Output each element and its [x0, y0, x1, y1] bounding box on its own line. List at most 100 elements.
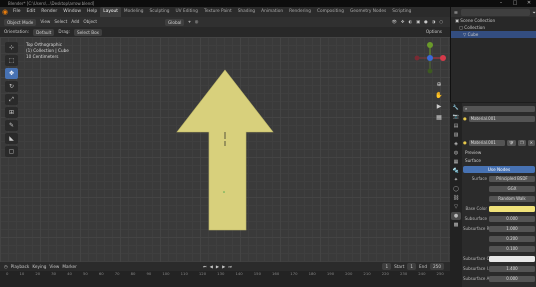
orientation-default[interactable]: Default [33, 28, 55, 36]
gizmo-icon[interactable]: ✥ [401, 17, 405, 27]
close-icon[interactable]: ✕ [522, 0, 536, 7]
subsurface-ior-field[interactable]: 1.400 [489, 266, 535, 272]
subsurface-aniso-field[interactable]: 0.000 [489, 276, 535, 282]
tab-compositing[interactable]: Compositing [314, 7, 347, 17]
particles-tab-icon[interactable]: ✦ [451, 176, 461, 184]
mode-dropdown[interactable]: Object Mode [4, 18, 37, 26]
outliner-scene-collection[interactable]: ▣ Scene Collection [451, 17, 536, 24]
menu-select[interactable]: Select [54, 17, 67, 27]
blender-logo-icon[interactable]: ◉ [0, 7, 10, 17]
end-frame[interactable]: 250 [430, 263, 444, 270]
camera-icon[interactable]: ▶ [434, 102, 444, 112]
menu-file[interactable]: File [10, 7, 24, 17]
unlink-icon[interactable]: ✕ [527, 140, 535, 146]
material-name-field[interactable]: Material.001 [468, 140, 505, 146]
properties-search[interactable]: ⌕ [463, 106, 535, 112]
navigation-gizmo[interactable] [412, 40, 448, 76]
subsurface-field[interactable]: 0.000 [489, 216, 535, 222]
tab-sculpting[interactable]: Sculpting [146, 7, 172, 17]
cursor-icon[interactable]: ⊹ [5, 42, 18, 53]
world-tab-icon[interactable]: ◍ [451, 149, 461, 157]
3d-viewport[interactable] [0, 37, 450, 262]
minimize-icon[interactable]: – [494, 0, 508, 7]
jump-start-icon[interactable]: ⏮ [203, 264, 207, 269]
subsurface-color-swatch[interactable] [489, 256, 535, 262]
fake-user-icon[interactable]: 🛡 [506, 140, 517, 146]
material-tab-icon[interactable]: ● [451, 212, 461, 220]
view-layer-tab-icon[interactable]: ▨ [451, 131, 461, 139]
tab-layout[interactable]: Layout [100, 7, 121, 17]
duplicate-icon[interactable]: ❐ [518, 140, 526, 146]
tab-animation[interactable]: Animation [258, 7, 286, 17]
outliner-cube[interactable]: ▽ Cube [451, 31, 536, 38]
transform-icon[interactable]: ⊞ [5, 107, 18, 118]
menu-edit[interactable]: Edit [24, 7, 39, 17]
surface-section[interactable]: Surface [463, 157, 535, 165]
preview-section[interactable]: Preview [463, 149, 535, 157]
render-tab-icon[interactable]: 📷 [451, 113, 461, 121]
tab-uv-editing[interactable]: UV Editing [173, 7, 201, 17]
menu-render[interactable]: Render [38, 7, 60, 17]
annotate-icon[interactable]: ✎ [5, 120, 18, 131]
xray-icon[interactable]: ▣ [416, 17, 420, 27]
maximize-icon[interactable]: □ [508, 0, 522, 7]
menu-keying[interactable]: Keying [32, 264, 46, 269]
zoom-icon[interactable]: ⊕ [434, 80, 444, 90]
proportional-icon[interactable]: ◎ [195, 17, 199, 27]
menu-view-timeline[interactable]: View [49, 264, 59, 269]
menu-help[interactable]: Help [84, 7, 100, 17]
timeline-editor-icon[interactable]: ◷ [4, 264, 8, 269]
subsurface-radius-z[interactable]: 0.100 [489, 246, 535, 252]
base-color-swatch[interactable] [489, 206, 535, 212]
texture-tab-icon[interactable]: ▩ [451, 221, 461, 229]
menu-object[interactable]: Object [83, 17, 97, 27]
tab-shading[interactable]: Shading [235, 7, 258, 17]
tab-scripting[interactable]: Scripting [389, 7, 414, 17]
use-nodes-button[interactable]: Use Nodes [463, 165, 535, 173]
physics-tab-icon[interactable]: ◯ [451, 185, 461, 193]
outliner-collection[interactable]: ▢ Collection [451, 24, 536, 31]
pan-hand-icon[interactable]: ✋ [434, 91, 444, 101]
output-tab-icon[interactable]: ▤ [451, 122, 461, 130]
overlay-icon[interactable]: ◐ [408, 17, 412, 27]
menu-window[interactable]: Window [60, 7, 84, 17]
modifier-tab-icon[interactable]: 🔩 [451, 167, 461, 175]
snap-icon[interactable]: ⌖ [188, 17, 190, 27]
drag-select-box[interactable]: Select Box [73, 28, 103, 36]
jump-end-icon[interactable]: ⏭ [228, 264, 232, 269]
subsurface-method-dropdown[interactable]: Random Walk [489, 196, 535, 202]
subsurface-radius-y[interactable]: 0.200 [489, 236, 535, 242]
grid-icon[interactable]: ▦ [434, 113, 444, 123]
constraints-tab-icon[interactable]: ⛓ [451, 194, 461, 202]
tab-rendering[interactable]: Rendering [286, 7, 314, 17]
menu-add[interactable]: Add [71, 17, 79, 27]
tab-geometry-nodes[interactable]: Geometry Nodes [347, 7, 389, 17]
shading-render-icon[interactable]: ○ [439, 17, 443, 27]
move-icon[interactable]: ✥ [5, 68, 18, 79]
prev-key-icon[interactable]: ◀ [210, 264, 213, 269]
outliner-search[interactable] [460, 8, 530, 16]
shading-material-icon[interactable]: ◑ [432, 17, 436, 27]
play-icon[interactable]: ▶ [216, 264, 219, 269]
data-tab-icon[interactable]: ▽ [451, 203, 461, 211]
menu-marker[interactable]: Marker [62, 264, 76, 269]
scene-tab-icon[interactable]: ◈ [451, 140, 461, 148]
options-menu[interactable]: Options [426, 27, 442, 37]
current-frame[interactable]: 1 [382, 263, 392, 270]
add-cube-icon[interactable]: ▢ [5, 146, 18, 157]
distribution-dropdown[interactable]: GGX [489, 186, 535, 192]
tool-tab-icon[interactable]: 🔧 [451, 104, 461, 112]
scale-icon[interactable]: ⤢ [5, 94, 18, 105]
surface-shader-field[interactable]: Principled BSDF [489, 176, 535, 182]
menu-view[interactable]: View [40, 17, 50, 27]
shading-solid-icon[interactable]: ● [424, 17, 428, 27]
tab-modeling[interactable]: Modeling [121, 7, 147, 17]
next-key-icon[interactable]: ▶ [222, 264, 225, 269]
visibility-icon[interactable]: 👁 [392, 17, 397, 27]
measure-icon[interactable]: ◣ [5, 133, 18, 144]
filter-icon[interactable]: ⏷ [533, 10, 536, 15]
rotate-icon[interactable]: ↻ [5, 81, 18, 92]
orientation-dropdown[interactable]: Global [165, 18, 185, 26]
material-slot-name[interactable]: Material.001 [468, 116, 535, 122]
tab-texture-paint[interactable]: Texture Paint [201, 7, 235, 17]
